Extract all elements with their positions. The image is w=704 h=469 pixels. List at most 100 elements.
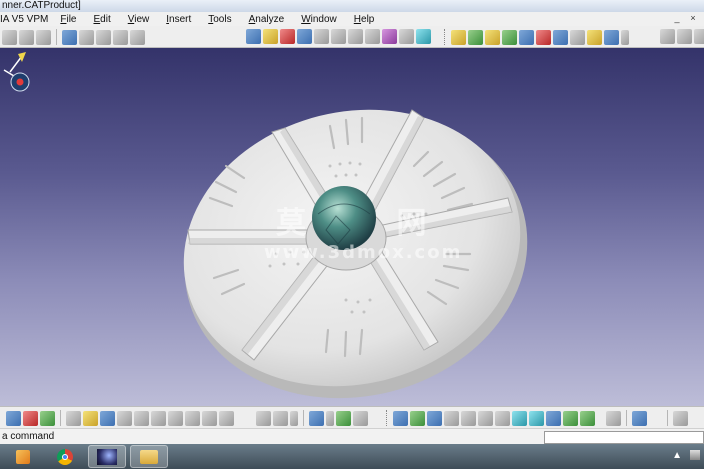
menu-tools[interactable]: Tools xyxy=(208,14,231,25)
menu-analyze[interactable]: Analyze xyxy=(249,14,285,25)
pan-icon[interactable] xyxy=(427,410,442,426)
part-icon[interactable] xyxy=(96,29,111,45)
update-icon[interactable] xyxy=(416,29,431,44)
menu-file[interactable]: File xyxy=(60,14,76,25)
spiral-icon[interactable] xyxy=(673,410,688,426)
scenes-icon[interactable] xyxy=(604,29,619,45)
menu-help[interactable]: Help xyxy=(354,14,375,25)
coincidence-constraint-icon[interactable] xyxy=(314,29,329,44)
knowledge-advisor-icon[interactable] xyxy=(336,410,351,426)
flag-note-icon[interactable] xyxy=(587,29,602,45)
paste-icon[interactable] xyxy=(168,410,183,426)
comment-icon[interactable] xyxy=(273,410,288,426)
search-icon[interactable] xyxy=(660,29,675,44)
chevron-down-icon-3[interactable] xyxy=(326,410,334,426)
command-input[interactable] xyxy=(544,431,704,444)
redo-icon-2[interactable] xyxy=(202,410,217,426)
snap-icon[interactable] xyxy=(263,29,278,44)
design-table-icon[interactable] xyxy=(353,410,368,426)
multi-view-icon[interactable] xyxy=(512,410,527,426)
existing-component-icon[interactable] xyxy=(113,29,128,45)
replace-component-icon[interactable] xyxy=(130,29,145,45)
measure-inertia-icon[interactable] xyxy=(536,29,551,45)
copy-icon[interactable] xyxy=(151,410,166,426)
contact-constraint-icon[interactable] xyxy=(331,29,346,44)
toolbar-group-render xyxy=(606,410,688,426)
new-file-icon[interactable] xyxy=(66,410,81,426)
history-icon[interactable] xyxy=(36,29,51,45)
menu-view[interactable]: View xyxy=(128,14,150,25)
fit-all-icon[interactable] xyxy=(410,410,425,426)
toolbar-group-view xyxy=(386,410,595,426)
product-icon[interactable] xyxy=(79,29,94,45)
annotation-icon[interactable] xyxy=(553,29,568,45)
minimize-button[interactable]: _ xyxy=(672,13,682,23)
taskbar-space-image[interactable] xyxy=(88,445,126,468)
zoom-in-icon[interactable] xyxy=(461,410,476,426)
redo-icon[interactable] xyxy=(19,29,34,45)
menu-window[interactable]: Window xyxy=(301,14,337,25)
sectioning-icon[interactable] xyxy=(468,29,483,45)
toolbar-group-assembly xyxy=(246,29,431,44)
fix-together-icon[interactable] xyxy=(399,29,414,44)
distance-icon[interactable] xyxy=(485,29,500,45)
formula-icon[interactable] xyxy=(256,410,271,426)
open-file-icon[interactable] xyxy=(83,410,98,426)
menu-insert[interactable]: Insert xyxy=(166,14,191,25)
text-icon[interactable] xyxy=(570,29,585,45)
compass-icon[interactable] xyxy=(0,48,34,92)
offset-constraint-icon[interactable] xyxy=(348,29,363,44)
toolbar-group-knowledge xyxy=(256,410,368,426)
tray-arrow-icon[interactable]: ▲ xyxy=(672,450,682,461)
apply-material-icon[interactable] xyxy=(606,410,621,426)
catalog-icon[interactable] xyxy=(677,29,692,44)
menu-bar: IA V5 VPM File Edit View Insert Tools An… xyxy=(0,12,704,26)
knowledge-icon[interactable] xyxy=(694,29,704,44)
fix-component-icon[interactable] xyxy=(382,29,397,44)
menu-edit[interactable]: Edit xyxy=(93,14,110,25)
undo-icon[interactable] xyxy=(2,29,17,45)
taskbar-chrome[interactable] xyxy=(46,445,84,468)
cut-icon[interactable] xyxy=(134,410,149,426)
rotate-icon[interactable] xyxy=(444,410,459,426)
angle-constraint-icon[interactable] xyxy=(365,29,380,44)
window-title: nner.CATProduct] xyxy=(2,0,81,11)
explode-icon[interactable] xyxy=(280,29,295,44)
status-prompt: a command xyxy=(2,431,55,442)
manipulation-icon[interactable] xyxy=(246,29,261,44)
isometric-view-icon[interactable] xyxy=(529,410,544,426)
undo-icon-2[interactable] xyxy=(185,410,200,426)
catalog-browser-icon[interactable] xyxy=(632,410,647,426)
space-image-icon xyxy=(97,448,117,465)
system-tray: ▲ xyxy=(672,450,700,461)
shading-icon[interactable] xyxy=(546,410,561,426)
table-icon[interactable] xyxy=(309,410,324,426)
swap-space-icon[interactable] xyxy=(580,410,595,426)
app-label: IA V5 VPM xyxy=(0,13,49,25)
whats-this-icon[interactable] xyxy=(219,410,234,426)
zoom-out-icon[interactable] xyxy=(478,410,493,426)
save-icon[interactable] xyxy=(100,410,115,426)
measure-between-icon[interactable] xyxy=(502,29,517,45)
normal-view-icon[interactable] xyxy=(495,410,510,426)
measure-item-icon[interactable] xyxy=(519,29,534,45)
close-button[interactable]: × xyxy=(688,13,698,23)
chevron-down-icon[interactable] xyxy=(621,29,629,45)
chrome-icon xyxy=(57,448,73,465)
chevron-down-icon-2[interactable] xyxy=(290,410,298,426)
clash-icon[interactable] xyxy=(451,29,466,45)
hide-show-icon[interactable] xyxy=(563,410,578,426)
insert-component-icon[interactable] xyxy=(62,29,77,45)
generate-numbering-icon[interactable] xyxy=(23,410,38,426)
taskbar-folder[interactable] xyxy=(130,445,168,468)
selective-load-icon[interactable] xyxy=(40,410,55,426)
fly-mode-icon[interactable] xyxy=(393,410,408,426)
taskbar-media-player[interactable] xyxy=(4,445,42,468)
stop-manipulate-icon[interactable] xyxy=(297,29,312,44)
caption-buttons: _ × xyxy=(672,13,698,23)
toolbar-group-standard xyxy=(6,410,234,426)
3d-viewport[interactable]: 莫 网 www.3dmox.com xyxy=(0,48,704,406)
product-structure-icon[interactable] xyxy=(6,410,21,426)
print-icon[interactable] xyxy=(117,410,132,426)
network-icon[interactable] xyxy=(690,450,700,460)
